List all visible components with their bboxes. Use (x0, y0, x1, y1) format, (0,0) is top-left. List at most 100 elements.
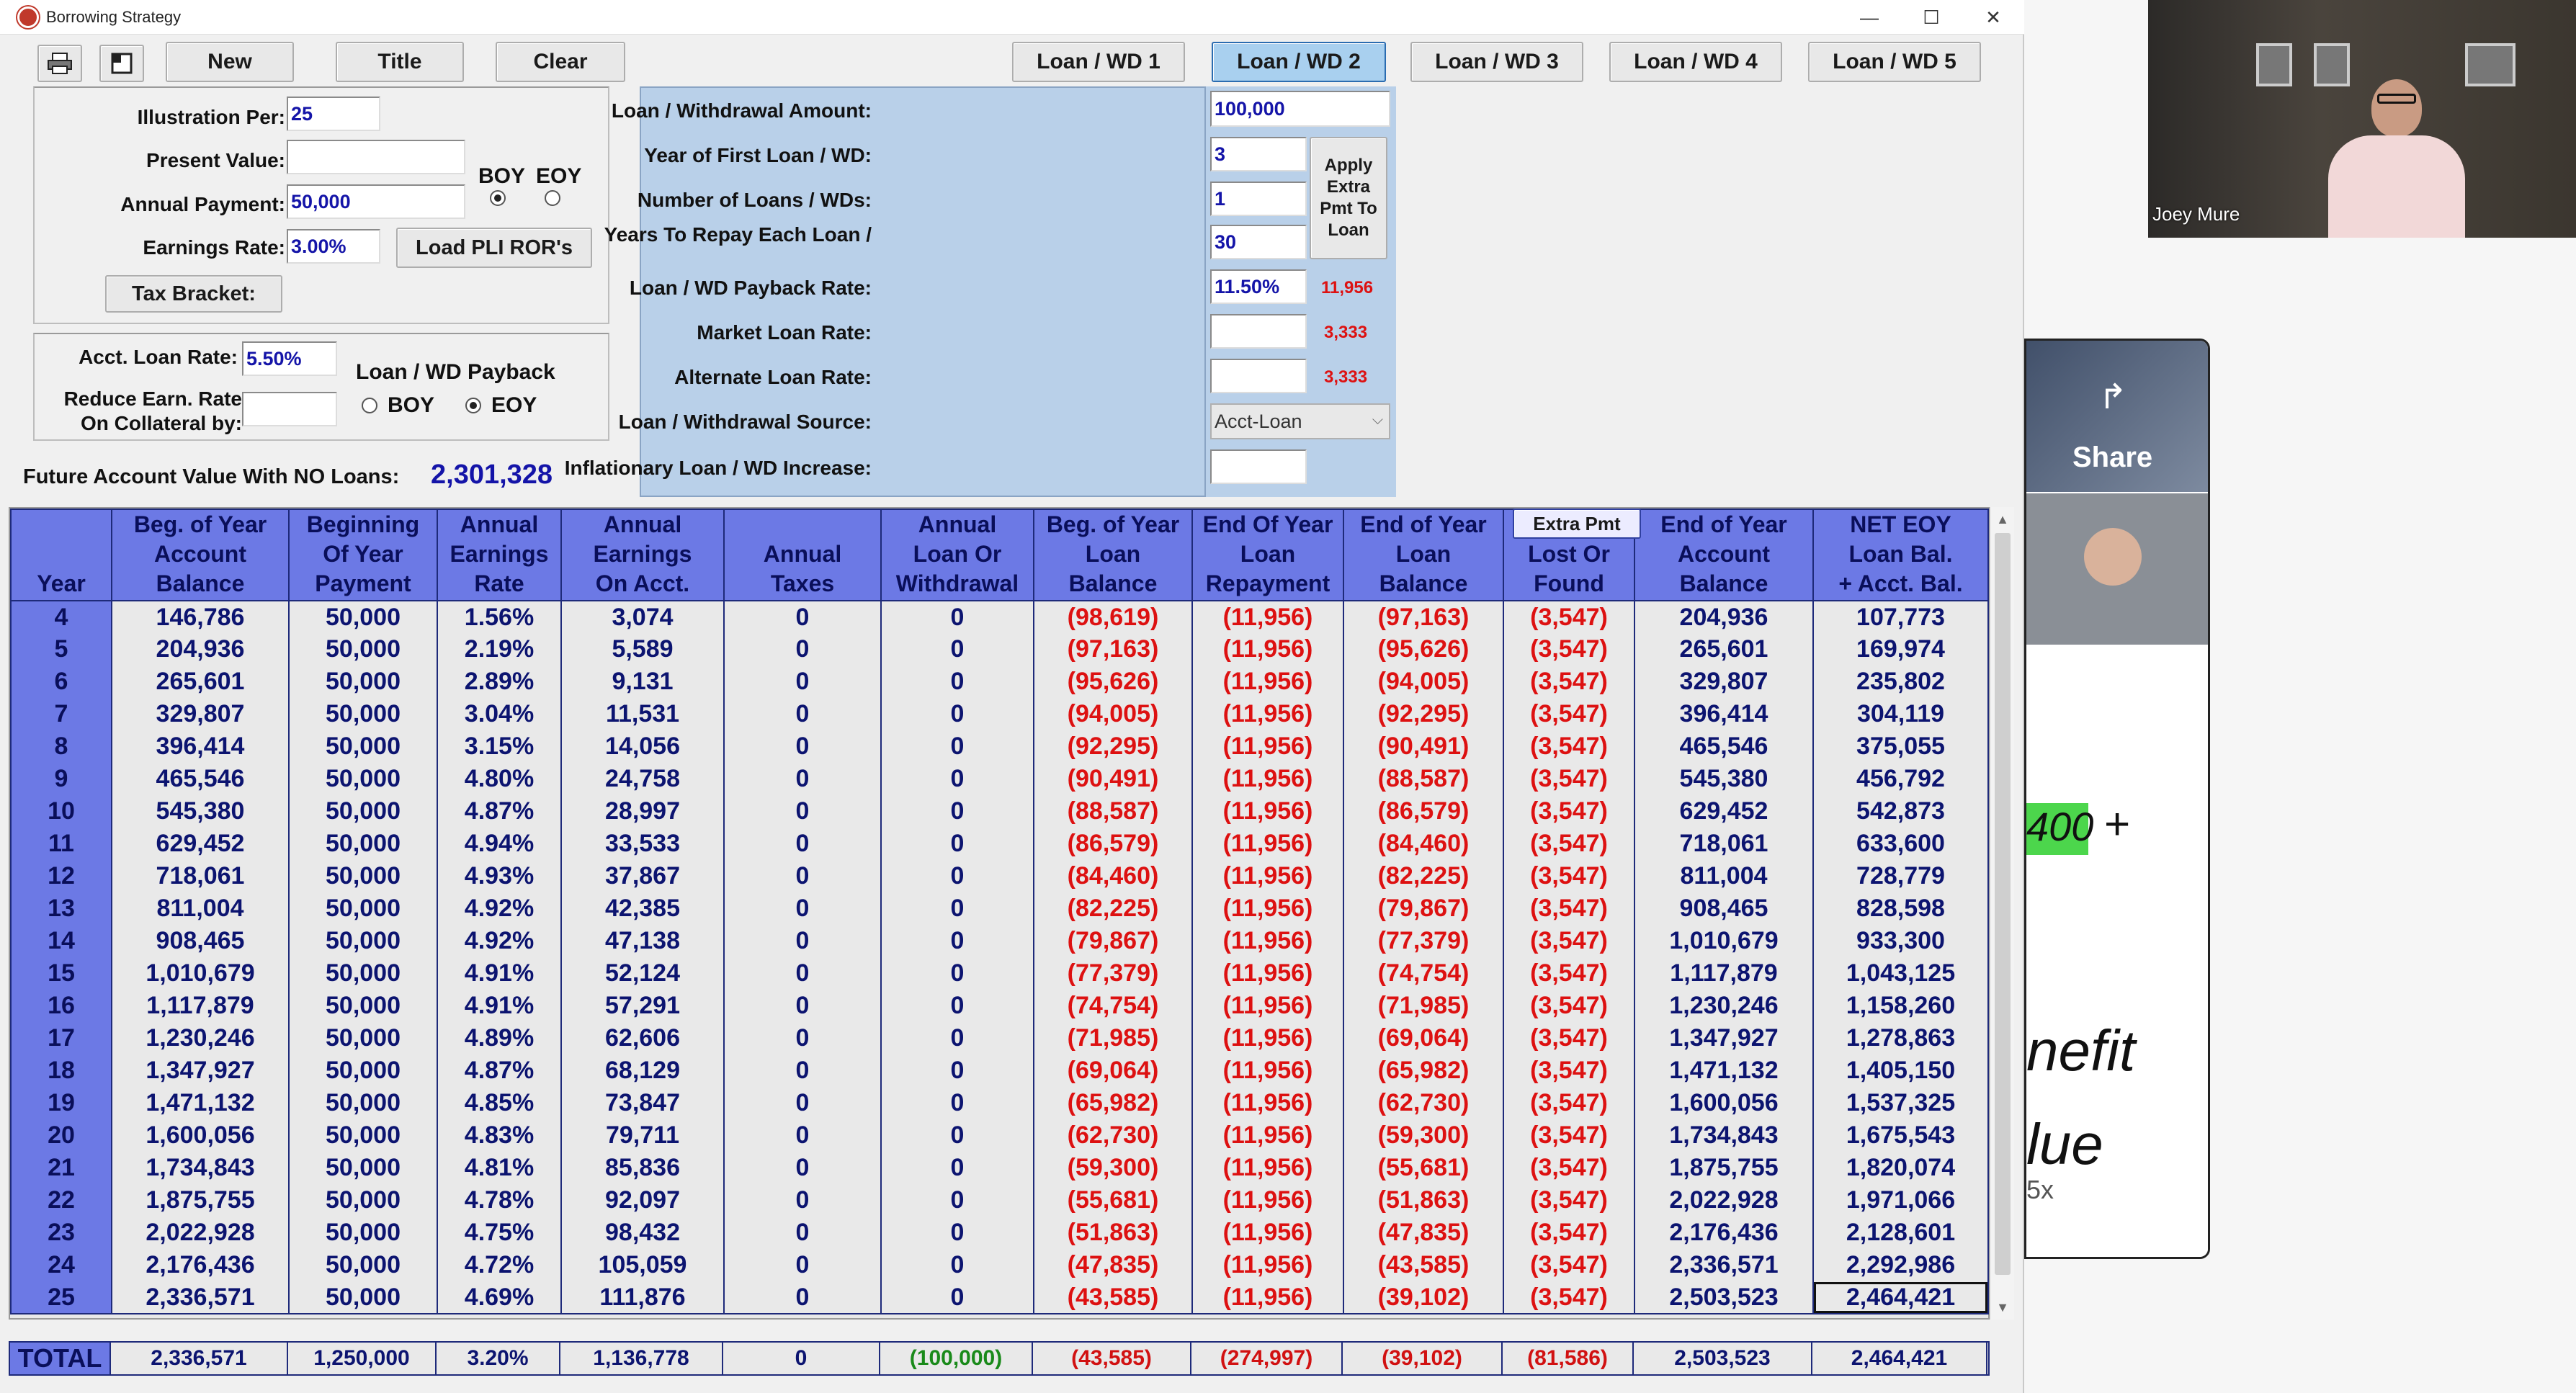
table-cell: 50,000 (288, 795, 438, 828)
total-cell: 1,250,000 (288, 1343, 437, 1374)
loan-amount-field[interactable]: 100,000 (1210, 91, 1390, 127)
table-cell: (74,754) (1033, 990, 1193, 1022)
table-cell: 0 (723, 828, 882, 860)
table-cell: 465,546 (1634, 730, 1814, 763)
year-cell: 20 (10, 1119, 112, 1152)
total-cell: (81,586) (1503, 1343, 1634, 1374)
total-cell: (274,997) (1191, 1343, 1343, 1374)
number-of-loans-field[interactable]: 1 (1210, 182, 1307, 216)
scroll-down-icon[interactable]: ▼ (1990, 1295, 2015, 1320)
year-cell: 12 (10, 860, 112, 892)
table-cell: 0 (723, 1249, 882, 1281)
table-scrollbar[interactable]: ▲ ▼ (1990, 507, 2014, 1320)
table-row: 14 908,465 50,000 4.92% 47,138 0 0 (79,867) (11,… (10, 925, 1989, 957)
alternate-rate-field[interactable] (1210, 359, 1307, 393)
table-row: 10 545,380 50,000 4.87% 28,997 0 0 (88,587) (11,… (10, 795, 1989, 828)
total-cell: (43,585) (1033, 1343, 1191, 1374)
scroll-thumb[interactable] (1995, 533, 2011, 1275)
table-cell: 629,452 (1634, 795, 1814, 828)
table-cell: 4.83% (437, 1119, 562, 1152)
table-cell: 2,464,421 (1812, 1281, 1989, 1314)
table-cell: (3,547) (1503, 828, 1635, 860)
year-cell: 22 (10, 1184, 112, 1217)
table-cell: 79,711 (560, 1119, 725, 1152)
table-cell: 1,158,260 (1812, 990, 1989, 1022)
year-cell: 17 (10, 1022, 112, 1054)
years-to-repay-field[interactable]: 30 (1210, 225, 1307, 259)
table-cell: (3,547) (1503, 1184, 1635, 1217)
loan-source-select[interactable]: Acct-Loan ⌵ (1210, 403, 1390, 439)
reduce-earn-field[interactable] (242, 392, 337, 426)
inflation-field[interactable] (1210, 449, 1307, 484)
tab-loan-wd-5[interactable]: Loan / WD 5 (1808, 42, 1981, 82)
table-cell: (71,985) (1033, 1022, 1193, 1054)
table-cell: 24,758 (560, 763, 725, 795)
table-cell: 718,061 (1634, 828, 1814, 860)
table-cell: (71,985) (1343, 990, 1504, 1022)
table-cell: 204,936 (1634, 601, 1814, 633)
table-cell: (79,867) (1033, 925, 1193, 957)
market-rate-field[interactable] (1210, 314, 1307, 349)
minimize-icon[interactable]: — (1844, 3, 1895, 32)
preview-icon (111, 53, 133, 74)
table-cell: 1,405,150 (1812, 1054, 1989, 1087)
table-cell: 1.56% (437, 601, 562, 633)
column-header: Beginning Of Year Payment (288, 509, 438, 601)
table-cell: 0 (880, 892, 1034, 925)
table-cell: (3,547) (1503, 1119, 1635, 1152)
table-cell: 0 (880, 1054, 1034, 1087)
table-cell: 811,004 (1634, 860, 1814, 892)
tab-loan-wd-3[interactable]: Loan / WD 3 (1410, 42, 1583, 82)
table-cell: 0 (723, 1119, 882, 1152)
acct-loan-rate-label: Acct. Loan Rate: (79, 346, 238, 368)
acct-loan-rate-field[interactable]: 5.50% (242, 341, 337, 376)
extra-pmt-button[interactable]: Extra Pmt (1513, 509, 1641, 539)
table-cell: 50,000 (288, 925, 438, 957)
year-cell: 7 (10, 698, 112, 730)
table-cell: (90,491) (1033, 763, 1193, 795)
table-cell: 4.69% (437, 1281, 562, 1314)
preview-button[interactable] (99, 45, 144, 82)
payback-rate-field[interactable]: 11.50% (1210, 269, 1307, 304)
table-cell: 50,000 (288, 1281, 438, 1314)
table-cell: 235,802 (1812, 666, 1989, 698)
table-cell: (92,295) (1033, 730, 1193, 763)
close-icon[interactable]: ✕ (1968, 3, 2018, 32)
maximize-icon[interactable]: ☐ (1906, 3, 1956, 32)
table-cell: 633,600 (1812, 828, 1989, 860)
table-row: 13 811,004 50,000 4.92% 42,385 0 0 (82,225) (11,… (10, 892, 1989, 925)
table-cell: 50,000 (288, 1119, 438, 1152)
table-cell: 73,847 (560, 1087, 725, 1119)
table-cell: 1,471,132 (1634, 1054, 1814, 1087)
tab-loan-wd-2[interactable]: Loan / WD 2 (1212, 42, 1386, 82)
table-cell: 0 (723, 1054, 882, 1087)
tab-loan-wd-1[interactable]: Loan / WD 1 (1012, 42, 1185, 82)
apply-extra-pmt-button[interactable]: Apply Extra Pmt To Loan (1310, 137, 1387, 259)
table-cell: 9,131 (560, 666, 725, 698)
year-cell: 25 (10, 1281, 112, 1314)
table-cell: 0 (723, 957, 882, 990)
share-icon[interactable]: ↱ (2098, 377, 2127, 417)
table-cell: 4.92% (437, 892, 562, 925)
title-button[interactable]: Title (336, 42, 464, 82)
table-cell: 728,779 (1812, 860, 1989, 892)
new-button[interactable]: New (166, 42, 294, 82)
first-loan-year-field[interactable]: 3 (1210, 137, 1307, 171)
wall-frame (2465, 43, 2515, 86)
total-cell: 3.20% (437, 1343, 560, 1374)
table-cell: 50,000 (288, 860, 438, 892)
table-cell: 4.89% (437, 1022, 562, 1054)
scroll-up-icon[interactable]: ▲ (1990, 507, 2015, 532)
clear-button[interactable]: Clear (496, 42, 625, 82)
table-cell: 0 (723, 730, 882, 763)
table-cell: 0 (880, 730, 1034, 763)
playback-speed[interactable]: 5x (2026, 1175, 2054, 1205)
print-button[interactable] (37, 45, 82, 82)
table-cell: 50,000 (288, 730, 438, 763)
tax-bracket-button[interactable]: Tax Bracket: (105, 275, 282, 313)
table-cell: 4.91% (437, 957, 562, 990)
table-cell: (11,956) (1191, 763, 1344, 795)
table-cell: 0 (880, 601, 1034, 633)
wall-frame (2256, 43, 2292, 86)
tab-loan-wd-4[interactable]: Loan / WD 4 (1609, 42, 1782, 82)
